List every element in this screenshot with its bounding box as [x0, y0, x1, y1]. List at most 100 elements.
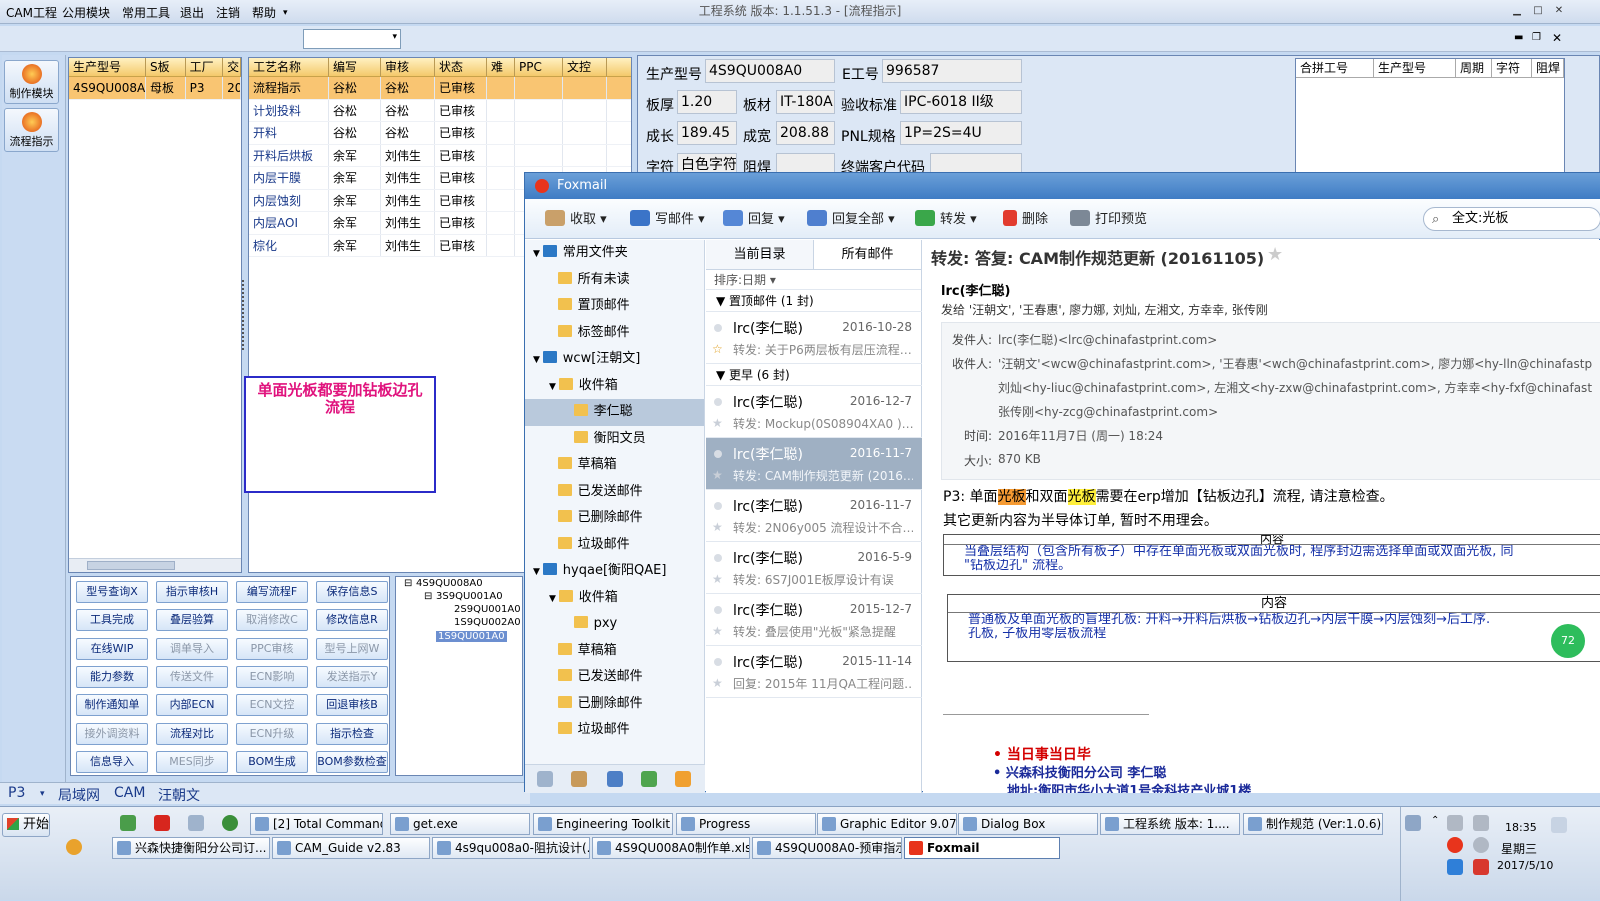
chevron-down-icon[interactable]: ▼ [533, 355, 543, 365]
col-header[interactable]: 周期 [1456, 59, 1492, 77]
taskbar-button[interactable]: 4S9QU008A0制作单.xls ... [592, 837, 750, 859]
list-item[interactable]: ★ lrc(李仁聪) 2016-5-9 转发: 6S7J001E板厚设计有误 [706, 542, 922, 594]
plant-select[interactable]: P3 [8, 785, 25, 801]
pnl-field[interactable]: 1P=2S=4U [900, 121, 1022, 145]
function-button[interactable]: 内部ECN [156, 694, 228, 717]
contacts-icon[interactable] [571, 771, 587, 787]
function-button[interactable]: 流程对比 [156, 722, 228, 745]
col-header[interactable]: 审核 [381, 58, 435, 76]
table-row[interactable]: 开料后烘板 余军 刘伟生 已审核 [249, 144, 631, 167]
col-header[interactable]: 工厂 [186, 58, 224, 76]
nav-make-module[interactable]: 制作模块 [4, 60, 59, 104]
chevron-down-icon[interactable] [549, 329, 558, 339]
chevron-down-icon[interactable] [549, 673, 558, 683]
chevron-down-icon[interactable]: ▾ [40, 789, 45, 799]
folder-item[interactable]: pxy [525, 611, 704, 638]
print-preview-button[interactable]: 打印预览 [1070, 209, 1147, 231]
function-button[interactable]: ECN升级 [236, 722, 308, 745]
mdi-restore-icon[interactable]: ❐ [1532, 32, 1541, 43]
chevron-down-icon[interactable]: ▼ [549, 594, 559, 604]
col-header[interactable]: 交 [223, 58, 241, 76]
model-field[interactable]: 4S9QU008A0 [705, 59, 835, 83]
taskbar-button[interactable]: CAM_Guide v2.83 [272, 837, 430, 859]
function-button[interactable]: MES同步 [156, 750, 228, 773]
table-row[interactable]: 4S9QU008A0 母板 P3 20 [69, 77, 241, 100]
tree-node[interactable]: 4S9QU008A0 [416, 578, 483, 589]
folder-item[interactable]: ▼ 收件箱 [525, 585, 704, 612]
mdi-minimize-icon[interactable]: ▬ [1514, 32, 1523, 43]
star-icon[interactable]: ★ [712, 416, 723, 430]
length-field[interactable]: 189.45 [677, 121, 737, 145]
taskbar-button[interactable]: Dialog Box [958, 813, 1098, 835]
calendar-icon[interactable] [607, 771, 623, 787]
menu-logout[interactable]: 注销 [216, 5, 240, 21]
quicklaunch-icon[interactable] [120, 815, 136, 831]
header-from[interactable]: lrc(李仁聪)<lrc@chinafastprint.com> [998, 331, 1217, 348]
folder-item[interactable]: 垃圾邮件 [525, 717, 704, 744]
folder-item[interactable]: 已删除邮件 [525, 691, 704, 718]
col-header[interactable]: 字符 [1492, 59, 1532, 77]
taskbar-button[interactable]: Foxmail [904, 837, 1060, 859]
folder-item[interactable]: 标签邮件 [525, 320, 704, 347]
mail-view-icon[interactable] [537, 771, 553, 787]
minimize-icon[interactable]: ▁ [1510, 4, 1524, 18]
menu-tools[interactable]: 常用工具 [122, 5, 170, 21]
taskbar-button[interactable]: 4S9QU008A0-预审指示.... [752, 837, 902, 859]
star-icon[interactable]: ★ [712, 572, 723, 586]
mail-group-header[interactable]: ▼ 置顶邮件 (1 封) [706, 290, 922, 312]
col-header[interactable]: 合拼工号 [1296, 59, 1374, 77]
chevron-down-icon[interactable] [549, 276, 558, 286]
function-button[interactable]: 修改信息R [316, 609, 388, 632]
col-header[interactable]: S板 [146, 58, 186, 76]
tree-toggle-icon[interactable]: ⊟ [424, 591, 432, 602]
clock-weekday[interactable]: 星期三 [1501, 840, 1537, 857]
function-button[interactable]: 指示审核H [156, 581, 228, 603]
table-row[interactable]: 计划投料 谷松 谷松 已审核 [249, 99, 631, 122]
folder-item[interactable]: 置顶邮件 [525, 293, 704, 320]
chevron-down-icon[interactable] [549, 726, 558, 736]
mail-group-header[interactable]: ▼ 更早 (6 封) [706, 364, 922, 386]
maximize-icon[interactable]: □ [1531, 4, 1545, 18]
star-icon[interactable]: ★ [712, 520, 723, 534]
forward-button[interactable]: 转发 ▾ [915, 209, 977, 231]
e-number-field[interactable]: 996587 [882, 59, 1022, 83]
taskbar-button[interactable]: 兴森快捷衡阳分公司订... [112, 837, 270, 859]
tree-node-selected[interactable]: 1S9QU001A0 [436, 631, 507, 642]
taskbar-button[interactable]: Progress [676, 813, 816, 835]
foxmail-tray-icon[interactable] [1447, 837, 1463, 853]
taskbar-button[interactable]: 制作规范 (Ver:1.0.6) [1243, 813, 1383, 835]
function-button[interactable]: 编写流程F [236, 581, 308, 603]
chevron-down-icon[interactable] [549, 488, 558, 498]
function-button[interactable]: 工具完成 [76, 609, 148, 632]
list-item[interactable]: ★ lrc(李仁聪) 2016-12-7 转发: Mockup(0S08904XA0 … [706, 386, 922, 438]
tree-node[interactable]: 1S9QU002A0 [454, 617, 521, 628]
col-header[interactable]: PPC [515, 58, 563, 76]
menu-public-modules[interactable]: 公用模块 [62, 5, 110, 21]
function-button[interactable]: 制作通知单 [76, 694, 148, 717]
scrollbar-thumb[interactable] [87, 561, 175, 570]
col-header[interactable]: 难 [487, 58, 515, 76]
delete-button[interactable]: 删除 [1003, 209, 1048, 231]
function-button[interactable]: 传送文件 [156, 665, 228, 688]
function-button[interactable]: 信息导入 [76, 750, 148, 773]
function-button[interactable]: 调单导入 [156, 637, 228, 660]
taskbar-button[interactable]: get.exe [390, 813, 530, 835]
receive-button[interactable]: 收取 ▾ [545, 209, 607, 231]
list-item[interactable]: ★ lrc(李仁聪) 2016-11-7 转发: 2N06y005 流程设计不合… [706, 490, 922, 542]
function-button[interactable]: 接外调资料 [76, 722, 148, 745]
function-button[interactable]: 在线WIP [76, 637, 148, 660]
star-icon[interactable]: ☆ [712, 342, 723, 356]
tray-app-icon[interactable] [1473, 859, 1489, 875]
col-header[interactable]: 状态 [435, 58, 487, 76]
network-icon[interactable] [1473, 815, 1489, 831]
chevron-down-icon[interactable]: ▾ [283, 5, 288, 21]
material-field[interactable]: IT-180A [776, 90, 835, 114]
taskbar-button[interactable]: 4s9qu008a0-阻抗设计(... [432, 837, 590, 859]
folder-item[interactable]: 已删除邮件 [525, 505, 704, 532]
chevron-down-icon[interactable] [549, 647, 558, 657]
folder-item[interactable]: ▼ 常用文件夹 [525, 240, 704, 267]
chevron-down-icon[interactable]: ▼ [549, 382, 559, 392]
search-input[interactable]: ⌕ 全文:光板 [1423, 207, 1600, 231]
list-item[interactable]: ★ lrc(李仁聪) 2016-11-7 转发: CAM制作规范更新 (2016… [706, 438, 922, 490]
notes-icon[interactable] [641, 771, 657, 787]
